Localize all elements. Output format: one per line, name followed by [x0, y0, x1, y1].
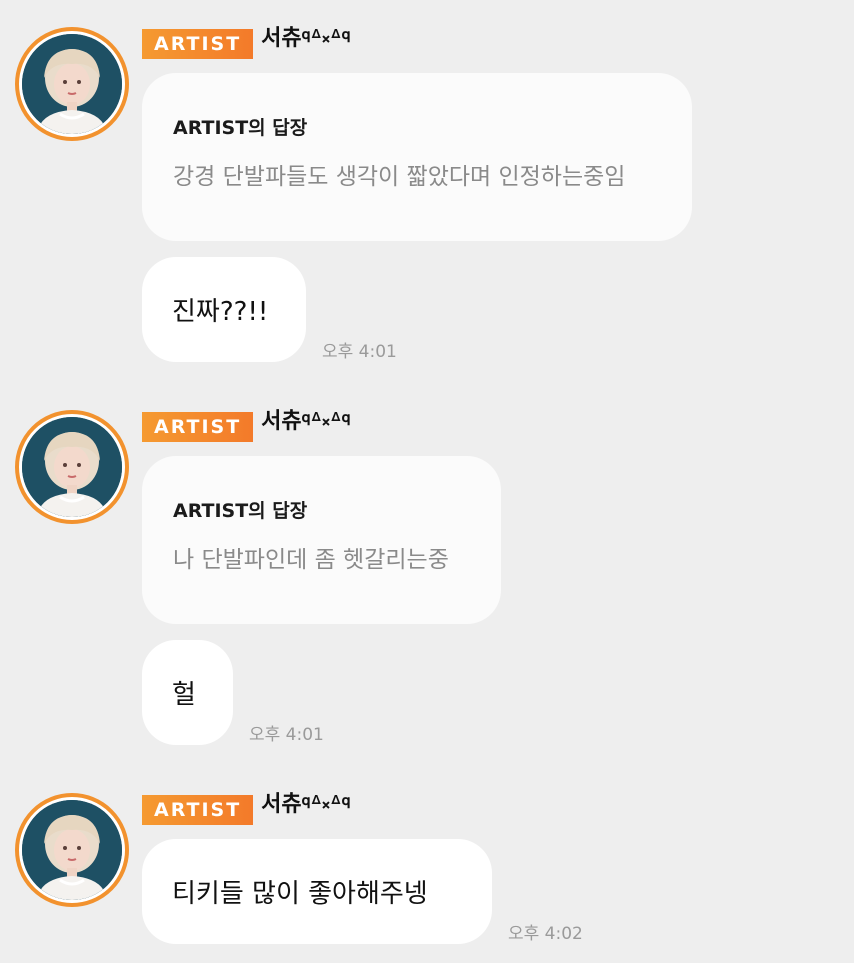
- message-text: 헐: [172, 680, 196, 710]
- sender-row: ARTIST 서츄𐞥ᐞ༝ᐞ𐞥: [142, 792, 350, 826]
- reply-bubble[interactable]: ARTIST의 답장 나 단발파인데 좀 헷갈리는중: [142, 456, 501, 624]
- message-text: 티키들 많이 좋아해주넹: [172, 879, 428, 909]
- sender-row: ARTIST 서츄𐞥ᐞ༝ᐞ𐞥: [142, 26, 350, 60]
- message-bubble[interactable]: 진짜??!!: [142, 257, 306, 362]
- message-bubble[interactable]: 티키들 많이 좋아해주넹: [142, 839, 492, 944]
- sender-name[interactable]: 서츄𐞥ᐞ༝ᐞ𐞥: [261, 779, 350, 841]
- artist-badge: ARTIST: [142, 412, 254, 442]
- message-time: 오후 4:01: [249, 725, 324, 745]
- reply-quote-text: 나 단발파인데 좀 헷갈리는중: [173, 547, 449, 573]
- reply-title: ARTIST의 답장: [173, 500, 308, 522]
- message-bubble[interactable]: 헐: [142, 640, 233, 745]
- avatar-portrait-icon: [22, 34, 122, 134]
- message-time: 오후 4:02: [508, 924, 583, 944]
- artist-avatar[interactable]: [15, 27, 129, 141]
- avatar-portrait-icon: [22, 800, 122, 900]
- avatar-portrait-icon: [22, 417, 122, 517]
- reply-bubble[interactable]: ARTIST의 답장 강경 단발파들도 생각이 짧았다며 인정하는중임: [142, 73, 692, 241]
- sender-name[interactable]: 서츄𐞥ᐞ༝ᐞ𐞥: [261, 396, 350, 458]
- message-time: 오후 4:01: [322, 342, 397, 362]
- avatar-photo: [22, 34, 122, 134]
- sender-name[interactable]: 서츄𐞥ᐞ༝ᐞ𐞥: [261, 13, 350, 75]
- artist-avatar[interactable]: [15, 410, 129, 524]
- artist-avatar[interactable]: [15, 793, 129, 907]
- sender-row: ARTIST 서츄𐞥ᐞ༝ᐞ𐞥: [142, 409, 350, 443]
- message-text: 진짜??!!: [172, 297, 269, 327]
- avatar-photo: [22, 417, 122, 517]
- avatar-photo: [22, 800, 122, 900]
- reply-title: ARTIST의 답장: [173, 117, 308, 139]
- reply-quote-text: 강경 단발파들도 생각이 짧았다며 인정하는중임: [173, 164, 626, 190]
- artist-badge: ARTIST: [142, 29, 254, 59]
- artist-badge: ARTIST: [142, 795, 254, 825]
